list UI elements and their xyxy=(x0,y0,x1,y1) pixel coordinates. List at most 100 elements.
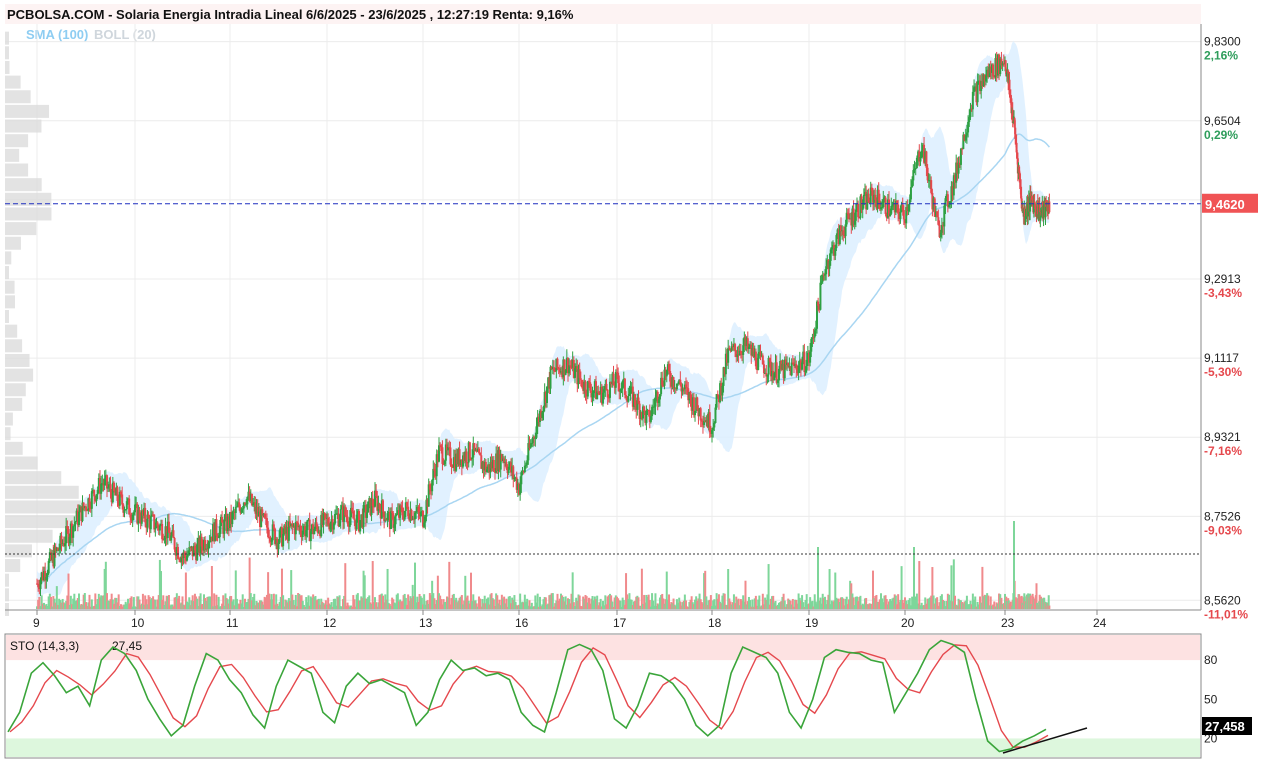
candle-body xyxy=(74,521,77,525)
time-tick-label: 19 xyxy=(805,616,819,630)
price-tick-label: 9,2913 xyxy=(1204,272,1241,286)
candle-body xyxy=(172,530,175,539)
candle-body xyxy=(353,518,356,521)
profile-bar xyxy=(5,485,79,499)
profile-bar xyxy=(5,544,32,558)
profile-bar xyxy=(5,222,37,236)
profile-bar xyxy=(5,163,29,177)
profile-bar xyxy=(5,31,9,45)
time-tick-label: 20 xyxy=(901,616,915,630)
candle-body xyxy=(78,512,80,526)
candle-body xyxy=(819,282,822,310)
candle-body xyxy=(339,509,342,521)
profile-bar xyxy=(5,46,9,60)
profile-bar xyxy=(5,324,18,338)
candle-body xyxy=(121,494,124,505)
price-tick-label: 8,7526 xyxy=(1204,509,1241,523)
chart-canvas: PCBOLSA.COM - Solaria Energia Intradia L… xyxy=(4,4,1258,759)
volume-spike xyxy=(913,547,915,609)
candle-body xyxy=(714,407,717,423)
candle-body xyxy=(465,451,468,463)
profile-bar xyxy=(5,412,13,426)
volume-bar xyxy=(414,562,416,609)
time-tick-label: 23 xyxy=(1001,616,1015,630)
last-price-tag: 9,4620 xyxy=(1202,193,1258,213)
profile-bar xyxy=(5,500,85,514)
profile-bar xyxy=(5,104,50,118)
volume-bar xyxy=(1048,605,1051,609)
price-tick-label: 8,9321 xyxy=(1204,430,1241,444)
profile-bar xyxy=(5,178,42,192)
candle-body xyxy=(468,442,471,459)
overbought-zone xyxy=(6,635,1200,661)
sto-title: STO (14,3,3) xyxy=(10,639,79,653)
candle-body xyxy=(282,533,285,547)
profile-bar xyxy=(5,192,52,206)
profile-bar xyxy=(5,60,10,74)
candle-body xyxy=(549,366,552,389)
legend-boll[interactable]: BOLL (20) xyxy=(94,27,156,42)
time-tick-label: 16 xyxy=(515,616,529,630)
profile-bar xyxy=(5,441,23,455)
candle-body xyxy=(734,344,737,351)
profile-bar xyxy=(5,529,53,543)
candle-body xyxy=(149,516,152,530)
time-tick-label: 24 xyxy=(1093,616,1107,630)
profile-bar xyxy=(5,573,9,587)
volume-spike xyxy=(817,547,819,609)
candle-body xyxy=(93,490,96,497)
profile-bar xyxy=(5,471,62,485)
profile-bar xyxy=(5,339,23,353)
candle-body xyxy=(605,383,608,390)
volume-bar xyxy=(241,594,244,609)
volume-bar xyxy=(448,561,451,609)
candle-body xyxy=(556,358,559,369)
time-tick-label: 10 xyxy=(131,616,145,630)
profile-bar xyxy=(5,383,26,397)
candle-body xyxy=(1008,79,1011,95)
price-tick-label: 8,5620 xyxy=(1204,593,1241,607)
candle-body xyxy=(478,448,480,453)
profile-bar xyxy=(5,119,42,133)
volume-spike xyxy=(1013,521,1015,609)
chart-title: PCBOLSA.COM - Solaria Energia Intradia L… xyxy=(7,7,574,22)
price-tick-pct: -5,30% xyxy=(1204,365,1242,379)
volume-bar xyxy=(67,573,70,609)
candle-body xyxy=(215,519,218,536)
price-tick-pct: -3,43% xyxy=(1204,286,1242,300)
time-tick-label: 11 xyxy=(226,616,239,630)
profile-bar xyxy=(5,456,38,470)
sto-last-label: 27,458 xyxy=(1205,719,1245,734)
candle-body xyxy=(713,422,716,428)
candle-body xyxy=(306,520,309,531)
volume-bar xyxy=(828,569,831,609)
profile-bar xyxy=(5,75,21,89)
profile-bar xyxy=(5,353,30,367)
price-tick-label: 9,6504 xyxy=(1204,114,1241,128)
volume-bar xyxy=(767,564,770,609)
profile-bar xyxy=(5,134,29,148)
candle-body xyxy=(899,211,902,220)
sto-tick-label: 80 xyxy=(1204,653,1218,667)
price-axis: 9,83002,16%9,65040,29%9,47089,2913-3,43%… xyxy=(1204,35,1248,622)
volume-bar xyxy=(371,561,374,609)
candle-body xyxy=(1048,201,1051,213)
legend-sma[interactable]: SMA (100) xyxy=(26,27,88,42)
profile-bar xyxy=(5,266,9,280)
candle-body xyxy=(223,519,226,534)
candle-body xyxy=(579,378,582,380)
sto-value: 27,45 xyxy=(112,639,142,653)
time-tick-label: 9 xyxy=(33,616,40,630)
volume-bar xyxy=(551,593,554,609)
profile-bar xyxy=(5,90,31,104)
price-tick-pct: -11,01% xyxy=(1204,607,1248,621)
candle-body xyxy=(382,500,384,512)
candle-body xyxy=(90,491,93,509)
time-tick-label: 18 xyxy=(708,616,722,630)
candle-body xyxy=(627,396,630,402)
candle-body xyxy=(366,512,368,518)
candle-body xyxy=(234,506,237,513)
volume-bar xyxy=(344,563,347,609)
price-tick-pct: -9,03% xyxy=(1204,523,1242,537)
candle-body xyxy=(909,187,912,200)
